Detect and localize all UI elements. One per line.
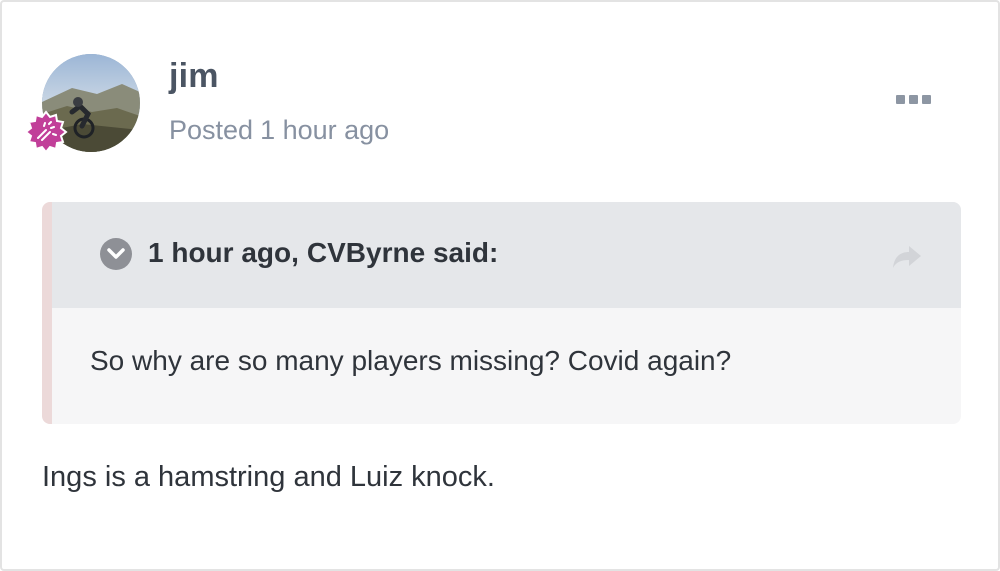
ellipsis-icon xyxy=(921,94,931,104)
post-card: jim Posted 1 hour ago 1 hour ago, CVByrne … xyxy=(0,0,1000,571)
quote-toggle-button[interactable] xyxy=(100,238,132,270)
post-body: Ings is a hamstring and Luiz knock. xyxy=(42,461,495,493)
quote-link-button[interactable] xyxy=(891,244,923,270)
chevron-down-icon xyxy=(107,248,125,259)
ellipsis-icon xyxy=(908,94,918,104)
rank-badge-icon xyxy=(24,110,68,154)
post-date-time[interactable]: 1 hour ago xyxy=(260,115,389,145)
author-avatar-group xyxy=(24,54,140,154)
author-name[interactable]: jim xyxy=(169,57,219,96)
quote-block: 1 hour ago, CVByrne said: So why are so m… xyxy=(42,202,961,424)
quote-citation-author: CVByrne said: xyxy=(306,237,499,268)
post-options-button[interactable] xyxy=(888,86,938,112)
quote-body: So why are so many players missing? Covi… xyxy=(90,345,732,376)
ellipsis-icon xyxy=(895,94,905,104)
share-arrow-icon xyxy=(893,246,921,268)
quote-citation: 1 hour ago, CVByrne said: xyxy=(148,237,498,269)
quote-citation-time: 1 hour ago, xyxy=(148,237,299,268)
post-date-prefix: Posted xyxy=(169,115,254,145)
post-date: Posted 1 hour ago xyxy=(169,115,389,146)
quote-header: 1 hour ago, CVByrne said: xyxy=(52,202,961,308)
